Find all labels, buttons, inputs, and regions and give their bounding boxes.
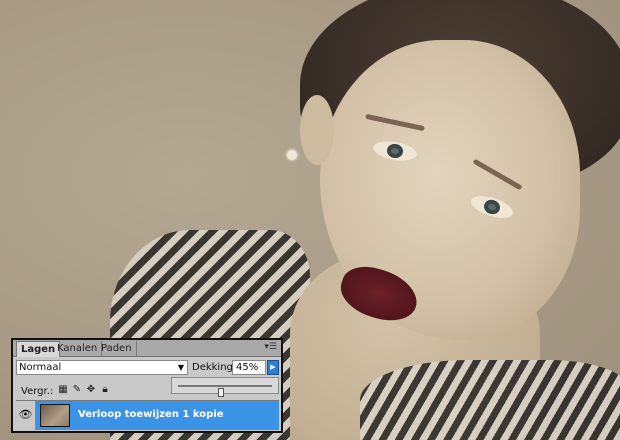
layer-visibility-eye-icon[interactable]: 👁︎ [16, 401, 36, 430]
lock-position-move-icon[interactable]: ✥ [85, 384, 97, 396]
lock-transparent-pixels-icon[interactable]: ▦ [57, 384, 69, 396]
blend-mode-value: Normaal [19, 362, 62, 373]
panel-menu-icon[interactable]: ▾☰ [264, 342, 277, 352]
opacity-slider-track[interactable] [178, 385, 272, 397]
opacity-input[interactable]: 45% [232, 360, 266, 375]
layer-row[interactable]: 👁︎ Verloop toewijzen 1 kopie [16, 400, 279, 430]
chevron-down-icon: ▼ [177, 363, 184, 372]
lock-label: Vergr.: [21, 386, 54, 397]
opacity-slider-thumb[interactable] [218, 388, 224, 397]
lock-all-padlock-icon[interactable]: 🔒︎ [99, 384, 111, 396]
layer-thumbnail [40, 404, 70, 427]
opacity-slider-toggle-button[interactable]: ▶ [267, 360, 279, 375]
tab-paths[interactable]: Paden [97, 341, 137, 356]
panel-tab-bar: Lagen Kanalen Paden ▾☰ [13, 340, 281, 357]
opacity-label: Dekking: [192, 362, 237, 373]
lock-image-pixels-brush-icon[interactable]: ✎ [71, 384, 83, 396]
blend-mode-select[interactable]: Normaal ▼ [16, 360, 188, 375]
layer-name[interactable]: Verloop toewijzen 1 kopie [78, 409, 224, 420]
tab-channels[interactable]: Kanalen [53, 341, 103, 356]
opacity-slider-popup [171, 377, 279, 397]
shirt-stripes-right [360, 360, 620, 440]
layers-panel: Lagen Kanalen Paden ▾☰ Normaal ▼ Dekking… [11, 338, 283, 433]
earring [287, 150, 297, 160]
ear [300, 95, 334, 165]
